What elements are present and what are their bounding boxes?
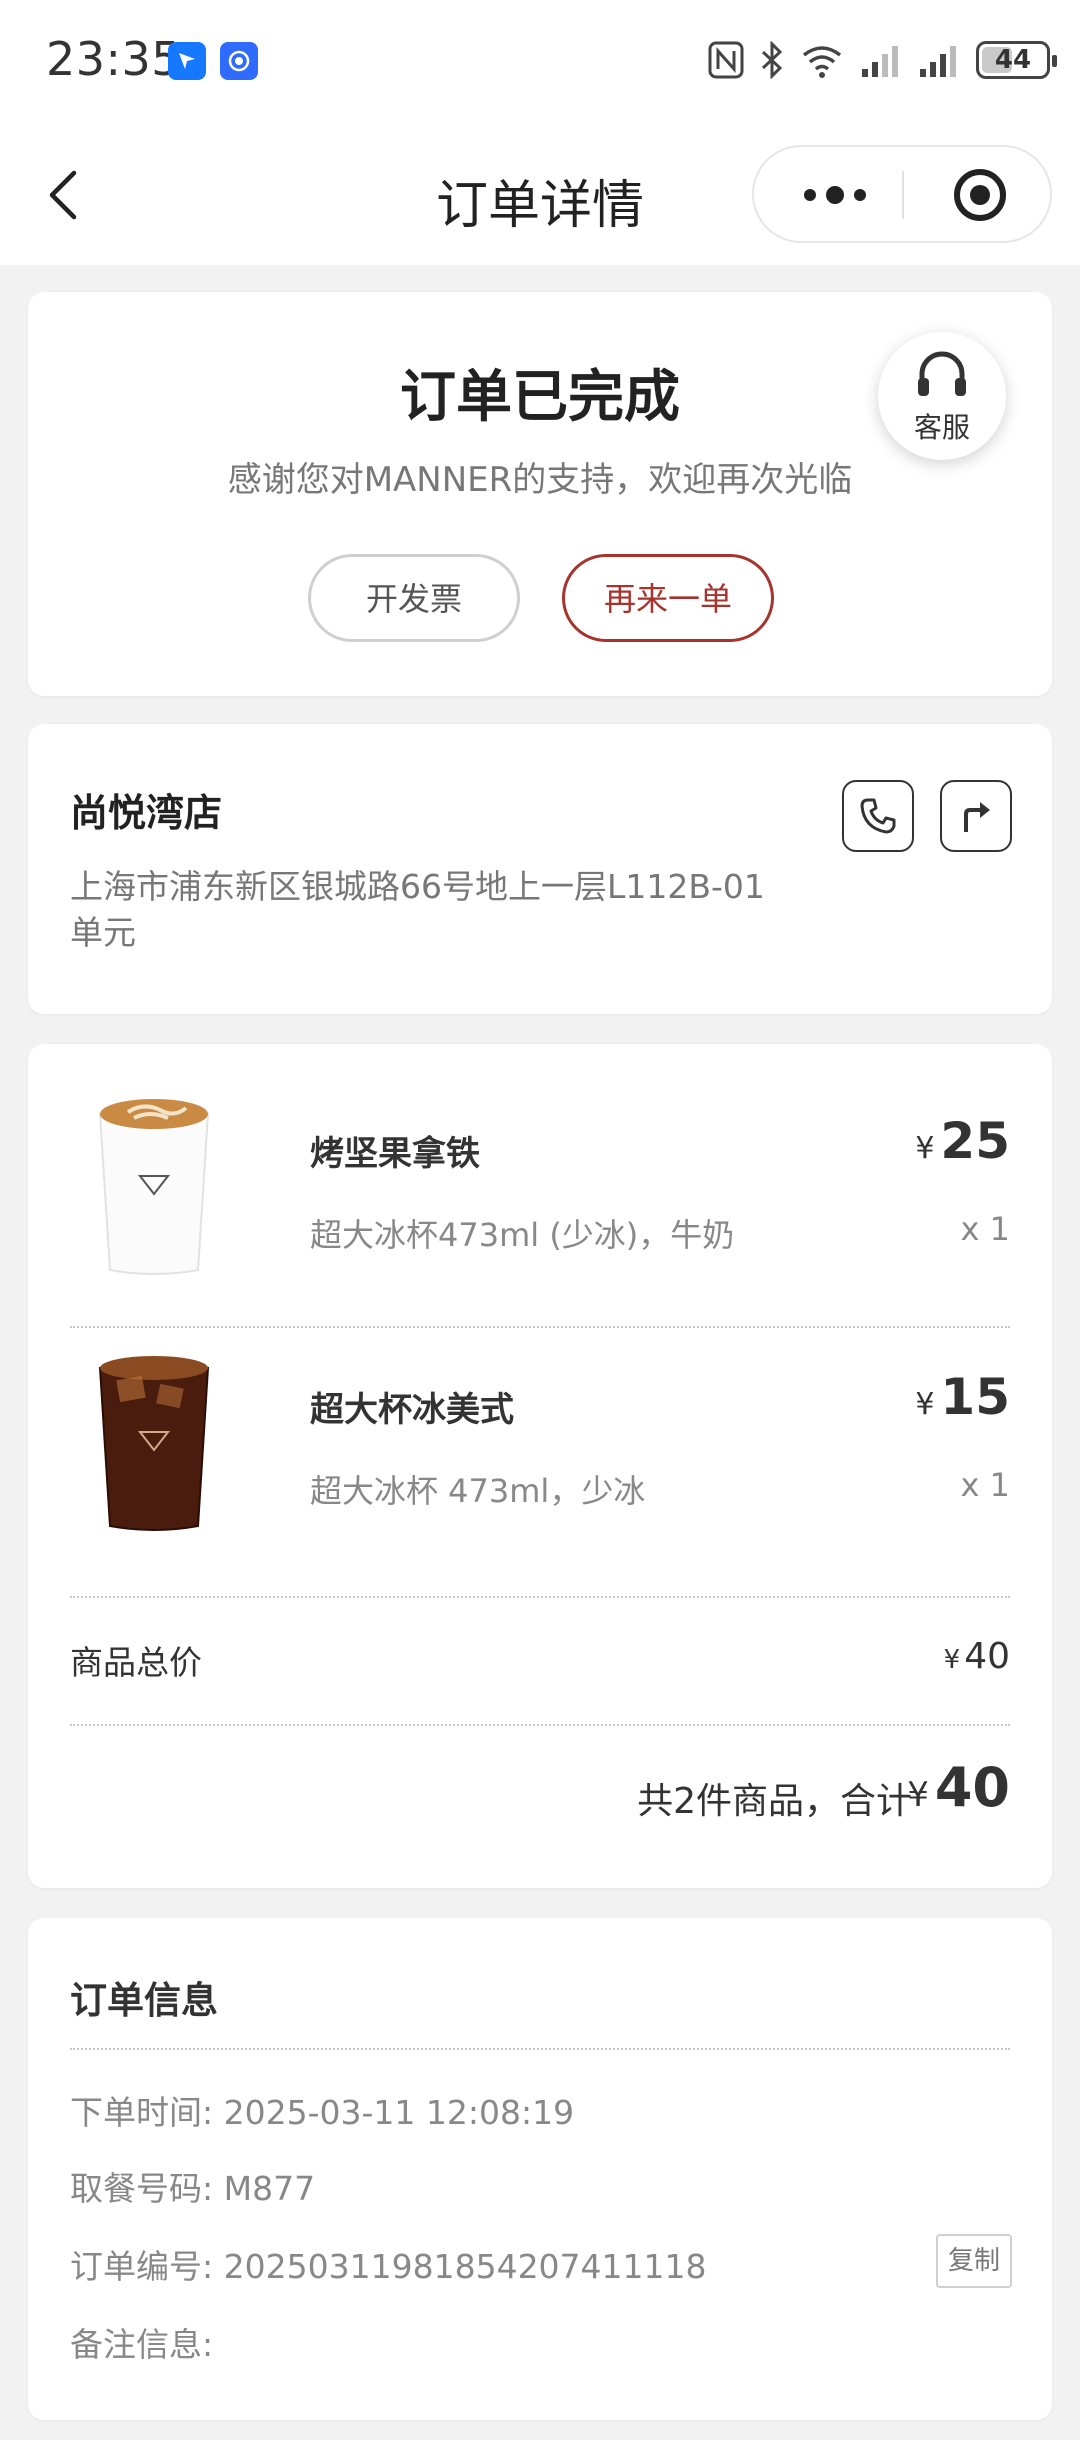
nfc-icon (708, 41, 744, 79)
navigate-icon (964, 802, 990, 832)
item-quantity: x 1 (960, 1210, 1010, 1248)
navigate-store-button[interactable] (940, 780, 1012, 852)
order-number-value: 20250311981854207411118 (223, 2247, 707, 2286)
order-info-title: 订单信息 (70, 1979, 218, 2022)
summary-label: 共2件商品，合计 (637, 1781, 912, 1822)
order-number-row: 订单编号: 20250311981854207411118 (70, 2240, 707, 2288)
status-time: 23:35 (46, 32, 182, 86)
app-notification-icon (220, 42, 258, 80)
subtotal-label: 商品总价 (70, 1643, 202, 1682)
battery-icon: 44 (976, 41, 1057, 79)
item-name: 烤坚果拿铁 (310, 1134, 480, 1174)
call-store-button[interactable] (842, 780, 914, 852)
store-name: 尚悦湾店 (70, 791, 223, 835)
copy-order-number-button[interactable]: 复制 (936, 2234, 1012, 2288)
phone-icon (860, 798, 896, 834)
signal-icon (920, 46, 956, 77)
item-quantity: x 1 (960, 1466, 1010, 1504)
order-status-subtitle: 感谢您对MANNER的支持，欢迎再次光临 (227, 460, 853, 500)
remark-label: 备注信息: (70, 2325, 214, 2364)
item-name: 超大杯冰美式 (310, 1390, 514, 1430)
pickup-code-row: 取餐号码: M877 (70, 2162, 315, 2210)
store-card: 尚悦湾店 上海市浦东新区银城路66号地上一层L112B-01单元 (28, 724, 1052, 1014)
order-time-label: 下单时间: (70, 2093, 214, 2132)
summary-total: ¥40 (907, 1756, 1010, 1819)
headset-icon (918, 351, 966, 396)
wifi-icon (802, 46, 842, 78)
americano-cup-image (98, 1356, 210, 1531)
divider (70, 2048, 1010, 2050)
customer-service-label: 客服 (913, 411, 970, 444)
subtotal-value: ¥40 (943, 1636, 1010, 1677)
order-number-label: 订单编号: (70, 2247, 214, 2286)
order-item: 烤坚果拿铁 超大冰杯473ml (少冰)，牛奶 ¥25 x 1 (28, 1082, 1052, 1302)
pickup-code-value: M877 (223, 2169, 316, 2208)
mini-program-capsule (752, 145, 1052, 243)
pickup-code-label: 取餐号码: (70, 2169, 214, 2208)
nav-bar: 订单详情 (0, 125, 1080, 265)
store-address: 上海市浦东新区银城路66号地上一层L112B-01单元 (70, 867, 765, 952)
item-price: ¥25 (915, 1112, 1010, 1170)
item-spec: 超大冰杯473ml (少冰)，牛奶 (310, 1216, 735, 1254)
app-notification-icon (168, 42, 206, 80)
order-item: 超大杯冰美式 超大冰杯 473ml，少冰 ¥15 x 1 (28, 1338, 1052, 1558)
target-icon[interactable] (952, 167, 1008, 223)
customer-service-button[interactable]: 客服 (878, 332, 1006, 460)
order-info-card: 订单信息 下单时间: 2025-03-11 12:08:19 取餐号码: M87… (28, 1918, 1052, 2420)
bluetooth-icon (761, 41, 783, 79)
order-items-card: 烤坚果拿铁 超大冰杯473ml (少冰)，牛奶 ¥25 x 1 超大杯冰美式 超… (28, 1044, 1052, 1888)
latte-cup-image (98, 1099, 210, 1275)
more-icon[interactable] (800, 183, 870, 207)
item-price: ¥15 (915, 1368, 1010, 1426)
divider (70, 1724, 1010, 1726)
status-bar: 23:35 44 (0, 0, 1080, 125)
reorder-button[interactable]: 再来一单 (562, 554, 774, 642)
battery-level: 44 (994, 45, 1032, 75)
order-time-value: 2025-03-11 12:08:19 (223, 2093, 575, 2132)
divider (70, 1596, 1010, 1598)
signal-icon (862, 46, 898, 77)
order-time-row: 下单时间: 2025-03-11 12:08:19 (70, 2086, 574, 2134)
divider (70, 1326, 1010, 1328)
remark-row: 备注信息: (70, 2318, 213, 2366)
item-spec: 超大冰杯 473ml，少冰 (310, 1472, 646, 1510)
order-status-card: 订单已完成 感谢您对MANNER的支持，欢迎再次光临 开发票 再来一单 客服 (28, 292, 1052, 696)
invoice-button[interactable]: 开发票 (308, 554, 520, 642)
